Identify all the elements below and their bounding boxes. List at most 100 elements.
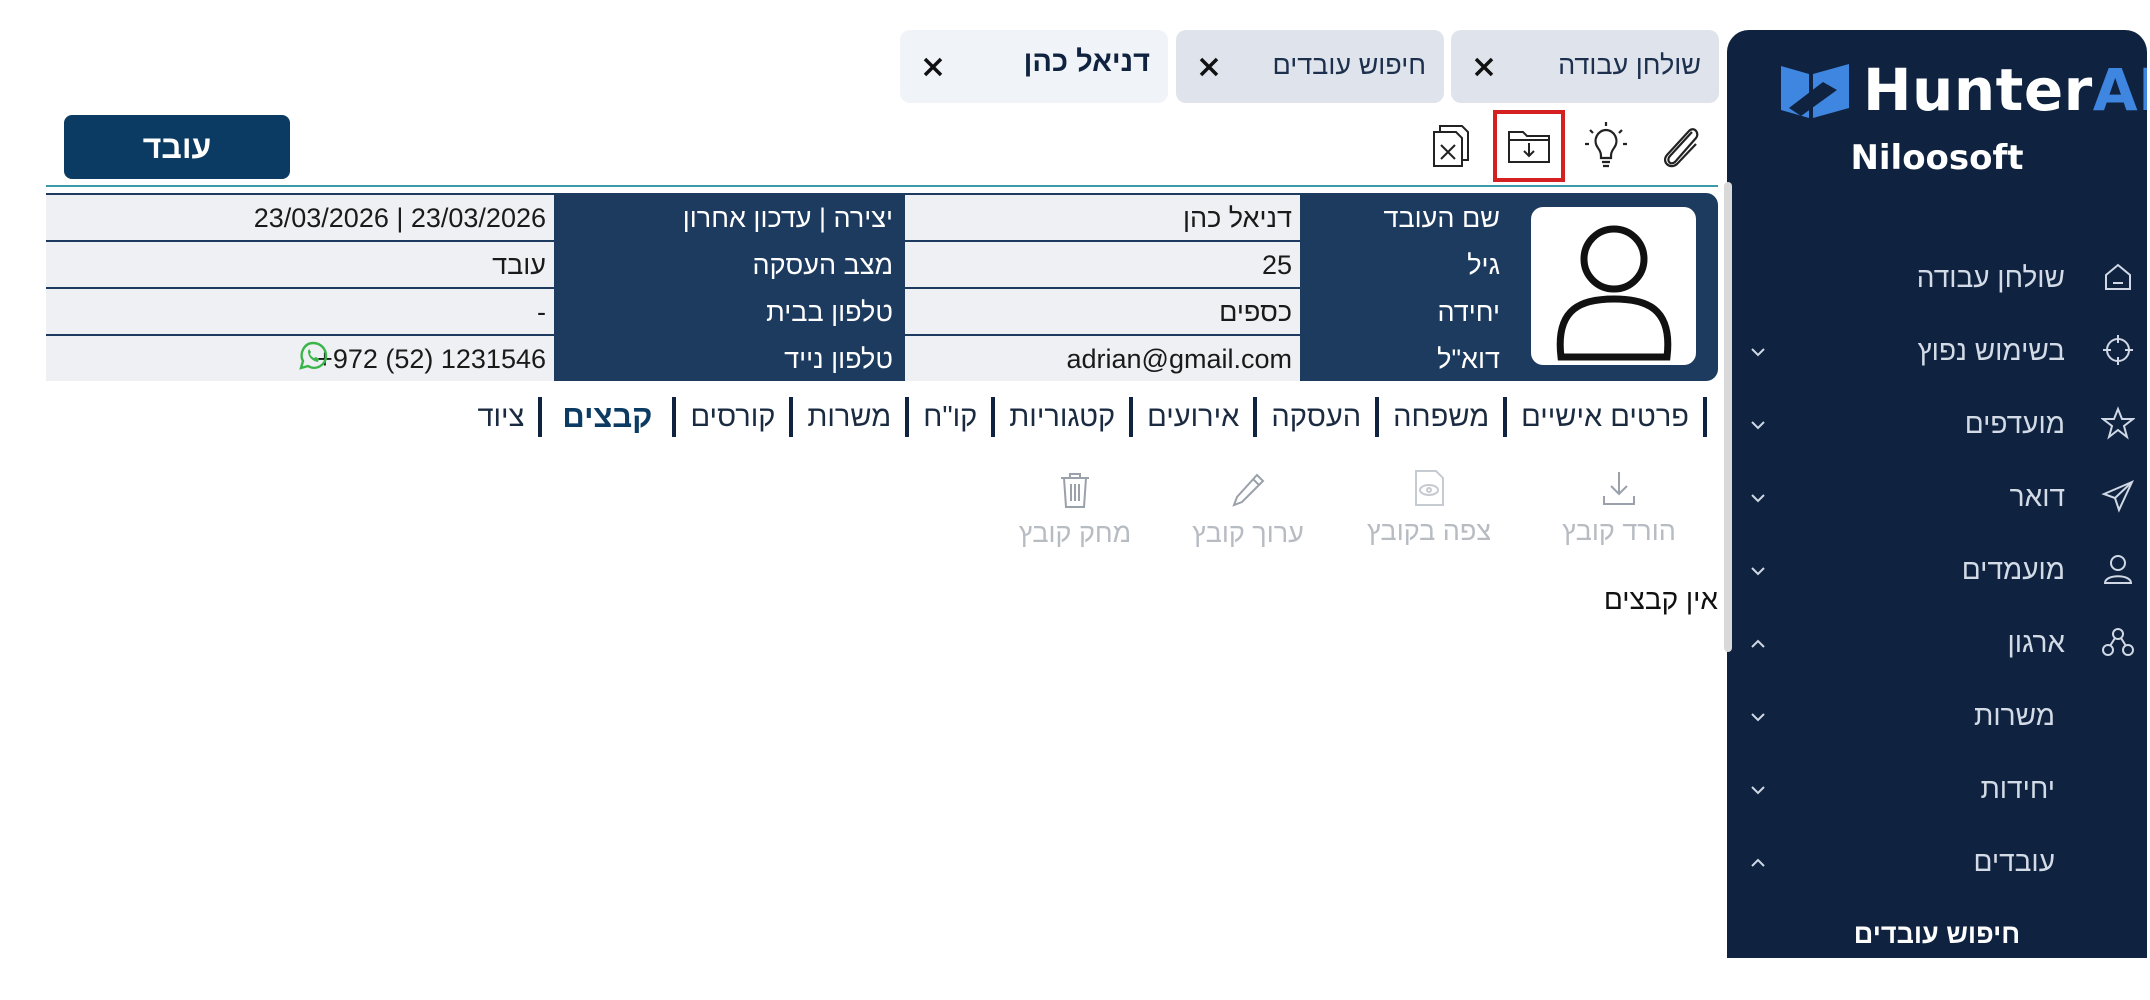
tab-employee-profile[interactable]: דניאל כהן (900, 30, 1168, 103)
person-icon (2103, 555, 2133, 584)
sidebar-nav: שולחן עבודה בשימוש נפוץ מועדפים דואר מוע… (1727, 242, 2147, 958)
scrollbar[interactable] (1724, 182, 1732, 652)
sidebar-item-label: עובדים (1973, 846, 2055, 877)
sidebar: HunterAI Niloosoft שולחן עבודה בשימוש נפ… (1727, 30, 2147, 958)
chevron-down-icon (1751, 348, 1765, 357)
files-empty-message: אין קבצים (1603, 584, 1718, 615)
logo-mark-icon (1781, 64, 1849, 118)
employment-status-label: מצב העסקה (556, 242, 903, 287)
company-name: Niloosoft (1850, 138, 2024, 178)
sidebar-item-units[interactable]: יחידות (1727, 753, 2147, 826)
subtab-personal[interactable]: פרטים אישיים (1507, 397, 1707, 437)
logo-text: HunterAI (1863, 56, 2147, 124)
mobile-phone-label: טלפון נייד (556, 336, 903, 381)
download-folder-button[interactable] (1493, 110, 1565, 182)
subtab-positions[interactable]: משרות (793, 397, 910, 437)
subtab-cv[interactable]: קו"ח (909, 397, 996, 437)
close-icon[interactable] (918, 52, 948, 82)
created-updated-label: יצירה | עדכון אחרון (556, 195, 903, 240)
sidebar-item-label: משרות (1974, 700, 2055, 731)
file-view-icon (1415, 470, 1444, 506)
tab-label: דניאל כהן (1023, 46, 1150, 78)
sidebar-item-mail[interactable]: דואר (1727, 461, 2147, 534)
delete-file-label: מחק קובץ (1018, 518, 1132, 548)
attach-button[interactable] (1652, 118, 1708, 174)
avatar (1531, 207, 1696, 365)
chevron-down-icon (1751, 786, 1765, 795)
pencil-icon (1232, 473, 1265, 507)
paperclip-icon (1663, 128, 1699, 168)
employee-status-button[interactable]: עובד (64, 115, 290, 179)
sidebar-item-favorites[interactable]: מועדפים (1727, 388, 2147, 461)
age-value: 25 (905, 242, 1300, 287)
chevron-down-icon (1751, 494, 1765, 503)
delete-file-button[interactable]: מחק קובץ (980, 470, 1170, 549)
home-phone-label: טלפון בבית (556, 289, 903, 334)
chevron-up-icon (1751, 858, 1765, 867)
chevron-down-icon (1751, 713, 1765, 722)
sidebar-item-employees[interactable]: עובדים (1727, 826, 2147, 899)
folder-download-icon (1508, 131, 1550, 163)
unit-label: יחידה (1302, 289, 1510, 334)
employment-status-value: עובד (46, 242, 554, 287)
subtab-categories[interactable]: קטגוריות (995, 397, 1134, 437)
org-icon (2102, 628, 2134, 656)
tab-dashboard[interactable]: שולחן עבודה (1451, 30, 1719, 103)
sidebar-item-label: שולחן עבודה (1916, 262, 2065, 293)
tips-button[interactable] (1578, 118, 1634, 174)
sidebar-item-label: דואר (2009, 481, 2065, 512)
export-excel-button[interactable] (1422, 118, 1478, 174)
tab-employee-search[interactable]: חיפוש עובדים (1176, 30, 1444, 103)
whatsapp-icon[interactable] (294, 337, 332, 375)
subtab-files[interactable]: קבצים (542, 397, 677, 437)
logo: HunterAI (1727, 52, 2147, 124)
created-updated-value: 23/03/2026 | 23/03/2026 (46, 195, 554, 240)
sidebar-item-employee-search[interactable]: חיפוש עובדים (1727, 899, 2147, 958)
send-icon (2101, 480, 2135, 513)
sidebar-item-label: בשימוש נפוץ (1917, 335, 2065, 366)
chevron-down-icon (1751, 421, 1765, 430)
sidebar-item-label: מועדפים (1964, 408, 2065, 439)
sidebar-item-label: מועמדים (1961, 554, 2065, 585)
sidebar-item-organization[interactable]: ארגון (1727, 607, 2147, 680)
lightbulb-icon (1585, 122, 1627, 168)
employee-subtabs: פרטים אישיים משפחה העסקה אירועים קטגוריו… (463, 392, 1707, 442)
subtab-equipment[interactable]: ציוד (463, 397, 543, 437)
download-icon (1603, 472, 1635, 505)
toolbar-divider (46, 185, 1718, 187)
sidebar-item-label: יחידות (1980, 773, 2055, 804)
trash-icon (1061, 473, 1089, 508)
edit-file-label: ערוך קובץ (1192, 518, 1304, 548)
sidebar-item-label: ארגון (2007, 627, 2065, 658)
edit-file-button[interactable]: ערוך קובץ (1153, 470, 1343, 549)
home-icon (2105, 263, 2131, 290)
view-file-label: צפה בקובץ (1366, 516, 1492, 546)
tab-label: חיפוש עובדים (1272, 50, 1426, 80)
view-file-button[interactable]: צפה בקובץ (1334, 468, 1524, 547)
download-file-button[interactable]: הורד קובץ (1524, 468, 1714, 547)
email-label: דוא"ל (1302, 336, 1510, 381)
subtab-courses[interactable]: קורסים (676, 397, 794, 437)
download-file-label: הורד קובץ (1562, 516, 1676, 546)
user-avatar-icon (1556, 225, 1672, 361)
sidebar-item-positions[interactable]: משרות (1727, 680, 2147, 753)
sidebar-item-candidates[interactable]: מועמדים (1727, 534, 2147, 607)
home-phone-value: - (46, 289, 554, 334)
subtab-employment[interactable]: העסקה (1257, 397, 1380, 437)
sidebar-item-label: חיפוש עובדים (1853, 919, 2021, 949)
subtab-events[interactable]: אירועים (1133, 397, 1258, 437)
sidebar-item-dashboard[interactable]: שולחן עבודה (1727, 242, 2147, 315)
sidebar-item-frequent[interactable]: בשימוש נפוץ (1727, 315, 2147, 388)
subtab-family[interactable]: משפחה (1379, 397, 1508, 437)
crosshair-icon (2103, 335, 2133, 365)
close-icon[interactable] (1469, 52, 1499, 82)
age-label: גיל (1302, 242, 1510, 287)
unit-value: כספים (905, 289, 1300, 334)
tab-label: שולחן עבודה (1558, 50, 1701, 80)
employee-name-label: שם העובד (1302, 195, 1510, 240)
close-icon[interactable] (1194, 52, 1224, 82)
employee-name-value: דניאל כהן (905, 195, 1300, 240)
app-root: HunterAI Niloosoft שולחן עבודה בשימוש נפ… (0, 0, 2150, 1000)
email-value[interactable]: adrian@gmail.com (905, 336, 1300, 381)
chevron-up-icon (1751, 639, 1765, 648)
